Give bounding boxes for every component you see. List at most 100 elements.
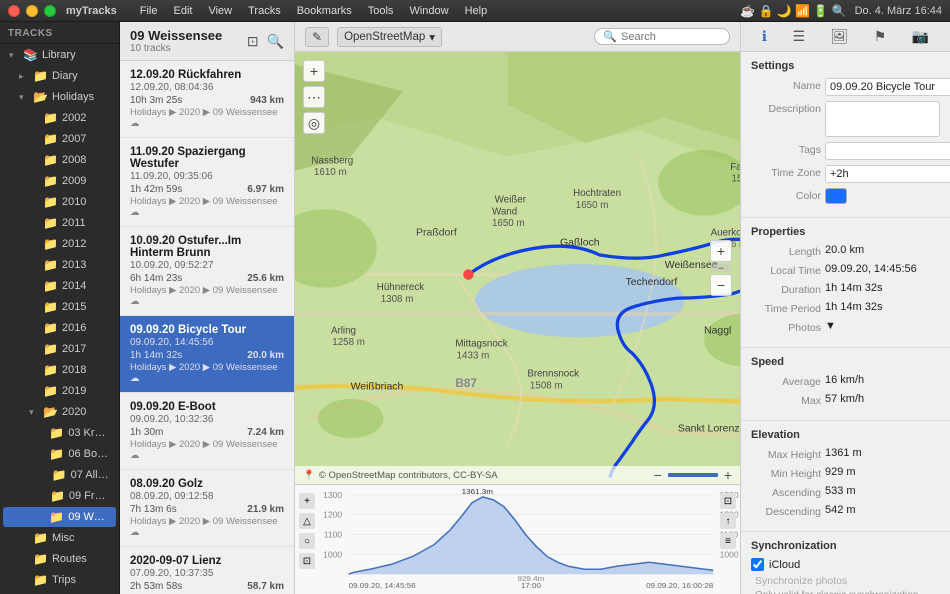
svg-text:1300: 1300	[323, 491, 342, 500]
sidebar-item-kreuzfahrt[interactable]: 📁03 Kreuzfahrt	[3, 423, 116, 443]
track-item[interactable]: 12.09.20 Rückfahren12.09.20, 08:04:3610h…	[120, 61, 294, 138]
sidebar-item-bodensee[interactable]: 📁06 Bodensee	[3, 444, 116, 464]
sidebar-item-trips[interactable]: 📁Trips	[3, 570, 116, 590]
track-item[interactable]: 11.09.20 Spaziergang Westufer11.09.20, 0…	[120, 138, 294, 227]
search-input[interactable]	[621, 31, 721, 43]
sidebar-item-2002[interactable]: 📁2002	[3, 108, 116, 128]
menu-item-tools[interactable]: Tools	[361, 3, 401, 19]
sidebar-item-2013[interactable]: 📁2013	[3, 255, 116, 275]
photos-value[interactable]: ▼	[825, 320, 940, 332]
map-search-box[interactable]: 🔍	[594, 28, 730, 45]
menu-item-file[interactable]: File	[133, 3, 165, 19]
tracklist-scroll: 12.09.20 Rückfahren12.09.20, 08:04:3610h…	[120, 61, 294, 594]
sidebar-item-routes[interactable]: 📁Routes	[3, 549, 116, 569]
sidebar-item-2014[interactable]: 📁2014	[3, 276, 116, 296]
folder-icon: 📁	[49, 510, 64, 524]
timezone-input[interactable]	[825, 165, 950, 183]
track-item[interactable]: 09.09.20 Bicycle Tour09.09.20, 14:45:561…	[120, 316, 294, 393]
svg-text:Falkerte: Falkerte	[730, 162, 740, 173]
track-name: 09.09.20 Bicycle Tour	[130, 324, 284, 336]
folder-icon: 📁	[43, 384, 58, 398]
sidebar-item-2018[interactable]: 📁2018	[3, 360, 116, 380]
svg-text:Brennsnock: Brennsnock	[527, 369, 579, 380]
edit-icon[interactable]: ✎	[305, 27, 329, 47]
sidebar-item-2009[interactable]: 📁2009	[3, 171, 116, 191]
folder-icon: 📁	[33, 552, 48, 566]
sidebar-item-2012[interactable]: 📁2012	[3, 234, 116, 254]
photo-tab-icon[interactable]: 🖼	[825, 25, 855, 48]
sidebar-item-2016[interactable]: 📁2016	[3, 318, 116, 338]
sidebar-item-2020[interactable]: ▾📂2020	[3, 402, 116, 422]
route-icon[interactable]: ⋯	[303, 86, 325, 108]
track-duration: 1h 42m 59s	[130, 184, 182, 195]
menu-item-window[interactable]: Window	[402, 3, 455, 19]
map-style-selector[interactable]: OpenStreetMap ▾	[337, 27, 442, 47]
camera-tab-icon[interactable]: 📷	[906, 25, 935, 48]
close-button[interactable]	[8, 5, 20, 17]
sidebar-item-2015[interactable]: 📁2015	[3, 297, 116, 317]
sidebar-item-2008[interactable]: 📁2008	[3, 150, 116, 170]
minimize-button[interactable]	[26, 5, 38, 17]
elevation-fit[interactable]: ⊡	[299, 553, 315, 569]
sidebar-item-2017[interactable]: 📁2017	[3, 339, 116, 359]
menu-item-tracks[interactable]: Tracks	[241, 3, 288, 19]
folder-icon: 📁	[43, 342, 58, 356]
track-row: 7h 13m 6s21.9 km	[130, 504, 284, 515]
svg-text:09.09.20, 16:00:28: 09.09.20, 16:00:28	[646, 581, 713, 590]
menu-item-view[interactable]: View	[201, 3, 239, 19]
description-input[interactable]	[825, 101, 940, 137]
zoom-out-button[interactable]: −	[710, 274, 732, 296]
list-tab-icon[interactable]: ☰	[787, 25, 812, 48]
folder-icon[interactable]: ⊡	[247, 33, 259, 50]
sidebar-item-library[interactable]: ▾📚Library	[3, 45, 116, 65]
zoom-in-left[interactable]: +	[303, 60, 325, 82]
elevation-icon-1[interactable]: ⊡	[720, 493, 736, 509]
sidebar-item-misc[interactable]: 📁Misc	[3, 528, 116, 548]
elevation-zoom-out[interactable]: ○	[299, 533, 315, 549]
sync-section: Synchronization iCloud Synchronize photo…	[741, 532, 950, 594]
svg-text:1308 m: 1308 m	[381, 294, 414, 305]
menu-item-bookmarks[interactable]: Bookmarks	[290, 3, 359, 19]
location-icon[interactable]: ◎	[303, 112, 325, 134]
icloud-checkbox[interactable]	[751, 558, 764, 571]
svg-text:Hühnereck: Hühnereck	[377, 282, 424, 293]
sidebar-item-diary[interactable]: ▸📁Diary	[3, 66, 116, 86]
zoom-minus-bottom[interactable]: −	[654, 467, 662, 483]
properties-section: Properties Length 20.0 km Local Time 09.…	[741, 218, 950, 348]
sync-photos-label: Synchronize photos	[755, 575, 940, 587]
tags-input[interactable]	[825, 142, 950, 160]
zoom-plus-bottom[interactable]: +	[724, 467, 732, 483]
track-item[interactable]: 10.09.20 Ostufer...Im Hinterm Brunn10.09…	[120, 227, 294, 316]
sidebar-item-holidays[interactable]: ▾📂Holidays	[3, 87, 116, 107]
name-input[interactable]	[825, 78, 950, 96]
elevation-icon-3[interactable]: ≡	[720, 533, 736, 549]
sidebar-item-allgau[interactable]: 📁07 Allgäu	[3, 465, 116, 485]
sidebar-item-2011[interactable]: 📁2011	[3, 213, 116, 233]
search-icon[interactable]: 🔍	[267, 33, 284, 50]
menu-item-edit[interactable]: Edit	[167, 3, 200, 19]
descending-value: 542 m	[825, 504, 940, 516]
sidebar-item-frankfurt[interactable]: 📁09 Frankfurt	[3, 486, 116, 506]
datetime: Do. 4. März 16:44	[855, 5, 942, 17]
chevron-icon: ▾	[19, 92, 29, 103]
elevation-icon-2[interactable]: ↑	[720, 513, 736, 529]
sidebar-item-2019[interactable]: 📁2019	[3, 381, 116, 401]
zoom-in-button[interactable]: +	[710, 240, 732, 262]
track-item[interactable]: 2020-09-07 Lienz07.09.20, 10:37:352h 53m…	[120, 547, 294, 594]
elevation-zoom-in[interactable]: +	[299, 493, 315, 509]
sidebar-item-2010[interactable]: 📁2010	[3, 192, 116, 212]
menu-item-help[interactable]: Help	[458, 3, 495, 19]
color-swatch[interactable]	[825, 188, 847, 204]
sidebar-item-2007[interactable]: 📁2007	[3, 129, 116, 149]
flag-tab-icon[interactable]: ⚑	[868, 25, 893, 48]
maximize-button[interactable]	[44, 5, 56, 17]
sidebar-item-weissensee[interactable]: 📁09 Weissen...	[3, 507, 116, 527]
info-tab-icon[interactable]: ℹ	[756, 25, 773, 48]
tracklist-header-icons[interactable]: ⊡ 🔍	[247, 33, 284, 50]
name-label: Name	[751, 78, 821, 92]
icloud-checkbox-row[interactable]: iCloud	[751, 558, 940, 571]
track-item[interactable]: 08.09.20 Golz08.09.20, 09:12:587h 13m 6s…	[120, 470, 294, 547]
track-item[interactable]: 09.09.20 E-Boot09.09.20, 10:32:361h 30m7…	[120, 393, 294, 470]
elevation-triangle[interactable]: △	[299, 513, 315, 529]
track-duration: 1h 14m 32s	[130, 350, 182, 361]
